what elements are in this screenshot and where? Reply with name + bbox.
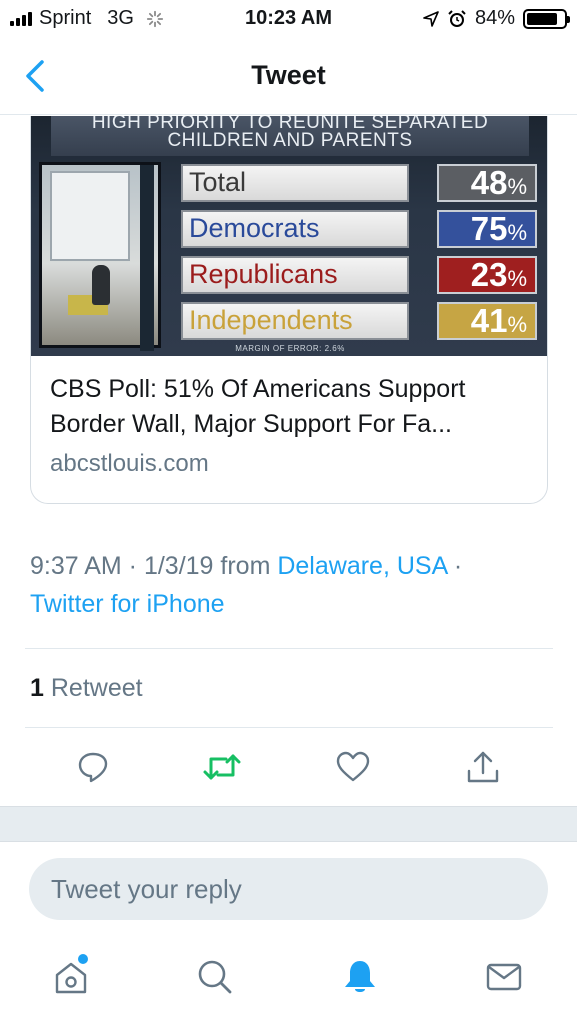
poll-label: Independents (181, 302, 409, 340)
poll-label: Democrats (181, 210, 409, 248)
poll-value-number: 48 (470, 164, 508, 201)
tab-notifications[interactable] (335, 952, 385, 1002)
divider (25, 648, 553, 649)
poll-value-number: 75 (470, 210, 508, 247)
retweet-label: Retweet (50, 674, 143, 702)
tab-search[interactable] (190, 952, 240, 1002)
poll-label: Total (181, 164, 409, 202)
reply-icon (78, 752, 108, 783)
separator-band (0, 806, 577, 842)
search-icon (198, 960, 232, 994)
poll-value: 23% (437, 256, 537, 294)
tab-home[interactable] (46, 952, 96, 1002)
poll-label: Republicans (181, 256, 409, 294)
divider (25, 727, 553, 728)
status-right: 84% (423, 7, 570, 30)
battery-percent: 84% (474, 7, 515, 29)
unread-dot (78, 954, 88, 964)
page-title: Tweet (251, 60, 326, 90)
retweet-stats[interactable]: 1 Retweet (30, 674, 143, 703)
share-button[interactable] (463, 745, 503, 789)
poll-value: 48% (437, 164, 537, 202)
poll-headline-line2: CHILDREN AND PARENTS (167, 130, 413, 151)
poll-value-percent: % (507, 266, 527, 291)
retweet-icon (203, 754, 241, 780)
tweet-meta: 9:37 AM · 1/3/19 from Delaware, USA · Tw… (30, 547, 550, 623)
retweet-button[interactable] (202, 745, 242, 789)
tab-messages[interactable] (479, 952, 529, 1002)
card-title: CBS Poll: 51% Of Americans Support Borde… (50, 375, 466, 438)
battery-icon (523, 8, 570, 29)
location-link[interactable]: Delaware, USA (277, 552, 447, 580)
meta-separator: · (446, 552, 463, 580)
tab-bar (0, 942, 577, 1024)
retweet-count: 1 (30, 674, 44, 702)
poll-headline: HIGH PRIORITY TO REUNITE SEPARATED CHILD… (51, 116, 529, 156)
nav-bar: Tweet (0, 40, 577, 115)
reply-input[interactable]: Tweet your reply (29, 858, 548, 920)
card-domain: abcstlouis.com (50, 450, 209, 477)
poll-value: 75% (437, 210, 537, 248)
notifications-icon (345, 961, 375, 992)
news-photo (39, 162, 161, 351)
heart-icon (336, 751, 370, 782)
poll-value-number: 41 (470, 302, 508, 339)
poll-value-percent: % (507, 312, 527, 337)
tweet-timestamp: 9:37 AM · 1/3/19 from (30, 552, 278, 580)
tweet-actions (0, 745, 577, 795)
status-bar: Sprint 3G 10:23 AM 84% (0, 0, 577, 40)
margin-of-error: MARGIN OF ERROR: 2.6% (235, 344, 345, 353)
share-icon (467, 751, 499, 783)
location-icon (423, 10, 439, 27)
source-link[interactable]: Twitter for iPhone (30, 590, 225, 618)
alarm-icon (448, 9, 466, 27)
like-button[interactable] (333, 745, 373, 789)
poll-value-percent: % (507, 220, 527, 245)
messages-icon (486, 963, 522, 991)
poll-value-percent: % (507, 174, 527, 199)
link-card[interactable]: HIGH PRIORITY TO REUNITE SEPARATED CHILD… (30, 116, 548, 504)
reply-button[interactable] (73, 745, 113, 789)
card-image: HIGH PRIORITY TO REUNITE SEPARATED CHILD… (31, 116, 547, 356)
poll-value-number: 23 (470, 256, 508, 293)
poll-value: 41% (437, 302, 537, 340)
